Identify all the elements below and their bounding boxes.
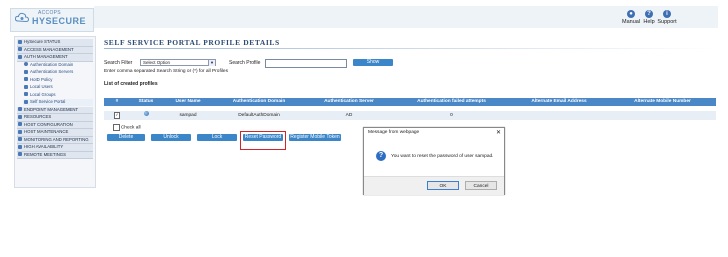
- book-icon: ●: [627, 10, 635, 18]
- user-icon: [24, 84, 28, 89]
- endpoint-icon: [18, 107, 22, 112]
- top-header-bar: ● Manual ? Help i Support: [94, 6, 718, 28]
- resources-icon: [18, 114, 22, 119]
- list-title: List of created profiles: [104, 81, 158, 87]
- row-auth-domain: DefaultAuthDomain: [238, 113, 280, 118]
- sidebar-item-local-users[interactable]: Local Users: [23, 84, 93, 91]
- unlock-button[interactable]: Unlock: [151, 134, 191, 141]
- domain-icon: [24, 62, 28, 67]
- col-status: Status: [138, 99, 154, 104]
- monitoring-icon: [18, 137, 22, 142]
- col-auth-server: Authentication Server: [324, 99, 374, 104]
- check-all-checkbox[interactable]: [113, 124, 120, 131]
- server-icon: [24, 69, 28, 74]
- sidebar-item-self-service-portal[interactable]: Self Service Portal: [23, 99, 93, 106]
- search-profile-input[interactable]: [265, 59, 347, 68]
- search-profile-label: Search Profile: [229, 60, 261, 66]
- col-index: #: [115, 99, 119, 104]
- sidebar-item-hoid-policy[interactable]: HoID Policy: [23, 77, 93, 84]
- portal-icon: [24, 99, 28, 104]
- search-hint: Enter comma separated Search String or (…: [104, 69, 228, 74]
- support-link[interactable]: i Support: [656, 10, 678, 25]
- group-icon: [24, 92, 28, 97]
- row-checkbox[interactable]: ✓: [113, 112, 121, 119]
- sidebar-item-remote-meetings[interactable]: REMOTE MEETINGS: [17, 151, 93, 159]
- brand-line2: HYSECURE: [32, 16, 87, 26]
- row-alt-email: [509, 111, 609, 120]
- col-failed-attempts: Authentication failed attempts: [417, 99, 486, 104]
- question-icon: ?: [376, 151, 386, 161]
- sidebar-item-access-management[interactable]: ACCESS MANAGEMENT: [17, 46, 93, 54]
- access-icon: [18, 47, 22, 52]
- lock-button[interactable]: Lock: [197, 134, 237, 141]
- status-icon: [18, 39, 22, 44]
- sidebar: HySecure STATUS ACCESS MANAGEMENT AUTH M…: [14, 36, 96, 188]
- availability-icon: [18, 144, 22, 149]
- sidebar-item-endpoint-management[interactable]: ENDPOINT MANAGEMENT: [17, 106, 93, 114]
- dialog-message: You want to reset the password of user s…: [391, 154, 494, 159]
- sidebar-item-auth-management[interactable]: AUTH MANAGEMENT: [17, 54, 93, 62]
- maintenance-icon: [18, 129, 22, 134]
- status-active-icon: [143, 111, 149, 116]
- chevron-down-icon: ▼: [208, 60, 215, 66]
- auth-icon: [18, 54, 22, 59]
- col-auth-domain: Authentication Domain: [232, 99, 286, 104]
- search-filter-select[interactable]: Select Option ▼: [140, 59, 216, 66]
- close-icon[interactable]: ✕: [496, 129, 501, 136]
- row-user-name: sampad: [179, 113, 197, 118]
- sidebar-item-authentication-domain[interactable]: Authentication Domain: [23, 62, 93, 69]
- col-alt-email: Alternate Email Address: [531, 99, 587, 104]
- title-divider: [104, 48, 716, 49]
- policy-icon: [24, 77, 28, 82]
- sidebar-item-local-groups[interactable]: Local Groups: [23, 92, 93, 99]
- table-header: # Status User Name Authentication Domain…: [104, 98, 716, 106]
- page-title: SELF SERVICE PORTAL PROFILE DETAILS: [104, 38, 280, 47]
- cloud-icon: [15, 12, 29, 23]
- col-alt-mobile: Alternate Mobile Number: [634, 99, 691, 104]
- info-icon: i: [663, 10, 671, 18]
- dialog-footer: OK Cancel: [364, 176, 504, 195]
- search-filter-label: Search Filter: [104, 60, 133, 66]
- show-button[interactable]: Show: [353, 59, 393, 66]
- help-icon: ?: [645, 10, 653, 18]
- ok-button[interactable]: OK: [427, 181, 459, 190]
- row-checkbox-cell: ✓: [104, 111, 130, 120]
- config-icon: [18, 122, 22, 127]
- col-user-name: User Name: [175, 99, 201, 104]
- table-row[interactable]: ✓ sampad DefaultAuthDomain AD 0: [104, 111, 716, 120]
- register-mobile-token-button[interactable]: Register Mobile Token: [289, 134, 341, 141]
- confirm-dialog: Message from webpage ✕ ? You want to res…: [363, 127, 505, 195]
- check-all[interactable]: Check all: [113, 124, 141, 131]
- cancel-button[interactable]: Cancel: [465, 181, 497, 190]
- reset-password-highlight: [240, 131, 286, 150]
- sidebar-item-hysecure-status[interactable]: HySecure STATUS: [17, 39, 93, 47]
- row-failed-attempts: 0: [450, 113, 453, 118]
- meeting-icon: [18, 152, 22, 157]
- sidebar-item-host-configuration[interactable]: HOST CONFIGURATION: [17, 121, 93, 129]
- sidebar-item-host-maintenance[interactable]: HOST MAINTENANCE: [17, 129, 93, 137]
- sidebar-item-resources[interactable]: RESOURCES: [17, 114, 93, 122]
- sidebar-item-high-availability[interactable]: HIGH AVAILABILITY: [17, 144, 93, 152]
- row-alt-mobile: [609, 111, 716, 120]
- manual-link[interactable]: ● Manual: [622, 10, 640, 25]
- dialog-title: Message from webpage: [368, 130, 420, 135]
- row-auth-server: AD: [345, 113, 353, 118]
- dialog-body: ? You want to reset the password of user…: [364, 138, 504, 176]
- sidebar-item-monitoring-reporting[interactable]: MONITORING AND REPORTING: [17, 136, 93, 144]
- sidebar-item-authentication-servers[interactable]: Authentication Servers: [23, 69, 93, 76]
- delete-button[interactable]: Delete: [107, 134, 145, 141]
- row-status-cell: [130, 111, 162, 120]
